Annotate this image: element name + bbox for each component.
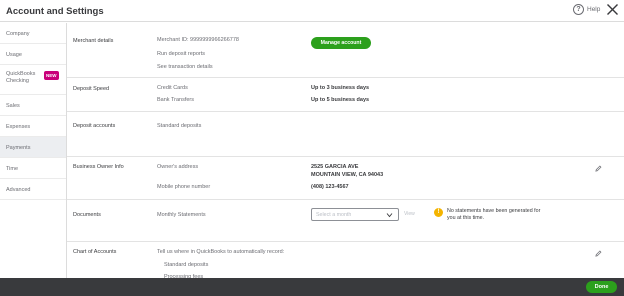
sidebar-item-time[interactable]: Time	[0, 158, 66, 179]
sidebar-nav: Company Usage QuickBooks Checking NEW Sa…	[0, 23, 67, 278]
chart-accounts-intro: Tell us where in QuickBooks to automatic…	[157, 249, 285, 255]
section-title: Chart of Accounts	[73, 249, 117, 255]
owner-address-label: Owner's address	[157, 164, 199, 170]
section-title: Deposit accounts	[73, 123, 116, 129]
statements-notice: No statements have been generated for yo…	[447, 208, 541, 221]
see-transaction-details-link[interactable]: See transaction details	[157, 64, 213, 70]
sidebar-item-company[interactable]: Company	[0, 23, 66, 44]
help-button[interactable]: ? Help	[573, 4, 600, 15]
deposit-accounts-section: Deposit accounts Standard deposits	[67, 112, 624, 157]
sidebar-item-payments[interactable]: Payments	[0, 137, 66, 158]
phone-label: Mobile phone number	[157, 184, 211, 190]
help-label: Help	[587, 6, 601, 13]
view-statement-link[interactable]: View	[404, 211, 415, 217]
sidebar-item-advanced[interactable]: Advanced	[0, 179, 66, 200]
phone-value: (408) 123-4567	[311, 184, 349, 190]
help-icon: ?	[573, 4, 584, 15]
chevron-down-icon	[386, 213, 393, 218]
footer-bar: Done	[0, 278, 624, 296]
month-select-placeholder: Select a month	[316, 212, 352, 218]
sidebar-item-label: Time	[6, 166, 19, 172]
sidebar-item-label: Usage	[6, 52, 22, 58]
sidebar-item-label: Sales	[6, 103, 20, 109]
section-title: Documents	[73, 212, 101, 218]
documents-section: Documents Monthly Statements Select a mo…	[67, 200, 624, 242]
deposit-speed-section: Deposit Speed Credit Cards Up to 3 busin…	[67, 78, 624, 112]
edit-pencil-icon[interactable]	[595, 165, 602, 172]
merchant-details-section: Merchant details Merchant ID: 9999999966…	[67, 23, 624, 78]
deposit-speed-value: Up to 5 business days	[311, 97, 370, 103]
deposit-speed-value: Up to 3 business days	[311, 85, 370, 91]
chart-of-accounts-section: Chart of Accounts Tell us where in Quick…	[67, 242, 624, 280]
section-title: Deposit Speed	[73, 86, 110, 92]
monthly-statements-label: Monthly Statements	[157, 212, 206, 218]
owner-address-line1: 2525 GARCIA AVE	[311, 164, 359, 170]
owner-address-line2: MOUNTAIN VIEW, CA 94043	[311, 172, 384, 178]
standard-deposits-label: Standard deposits	[157, 123, 202, 129]
sidebar-item-expenses[interactable]: Expenses	[0, 116, 66, 137]
merchant-id: Merchant ID: 9999999966266778	[157, 37, 239, 43]
page-title: Account and Settings	[6, 6, 104, 17]
close-icon[interactable]	[606, 3, 619, 16]
sidebar-item-quickbooks-checking[interactable]: QuickBooks Checking NEW	[0, 65, 66, 95]
chart-accounts-item: Standard deposits	[164, 262, 209, 268]
section-title: Merchant details	[73, 38, 114, 44]
sidebar-item-label: Payments	[6, 145, 31, 151]
section-title: Business Owner Info	[73, 164, 124, 170]
header: Account and Settings ? Help	[0, 0, 624, 22]
warning-icon: !	[434, 208, 443, 217]
edit-pencil-icon[interactable]	[595, 250, 602, 257]
sidebar-item-sales[interactable]: Sales	[0, 95, 66, 116]
sidebar-item-label: Advanced	[6, 187, 31, 193]
manage-account-button[interactable]: Manage account	[311, 37, 371, 49]
run-deposit-reports-link[interactable]: Run deposit reports	[157, 51, 205, 57]
business-owner-section: Business Owner Info Owner's address 2525…	[67, 157, 624, 200]
new-badge: NEW	[44, 71, 59, 80]
deposit-speed-label: Bank Transfers	[157, 97, 194, 103]
sidebar-item-label: Company	[6, 31, 30, 37]
sidebar-item-label: Expenses	[6, 124, 31, 130]
sidebar-item-usage[interactable]: Usage	[0, 44, 66, 65]
deposit-speed-label: Credit Cards	[157, 85, 188, 91]
sidebar-item-label: QuickBooks Checking	[6, 71, 36, 84]
month-select[interactable]: Select a month	[311, 208, 399, 221]
done-button[interactable]: Done	[586, 281, 617, 293]
